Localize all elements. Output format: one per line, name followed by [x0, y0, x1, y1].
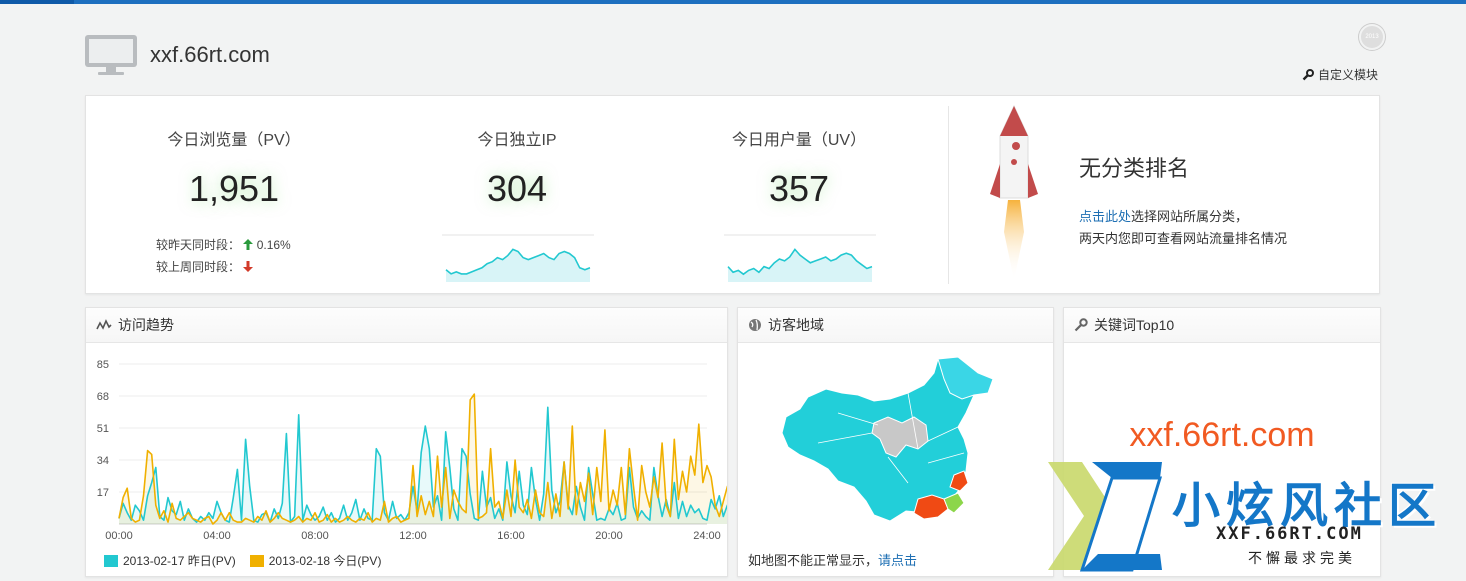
ip-sparkline-area [446, 249, 590, 282]
region-panel-header: 访客地域 [738, 308, 1053, 343]
stat-pv: 今日浏览量（PV） 1,951 [136, 126, 332, 210]
compare-yesterday-label: 较昨天同时段： [156, 238, 241, 252]
x-tick-label: 12:00 [399, 530, 427, 541]
x-tick-label: 24:00 [693, 530, 721, 541]
arrow-down-icon [243, 261, 254, 272]
rank-desc-1: 选择网站所属分类， [1131, 209, 1249, 224]
map-note: 如地图不能正常显示，请点击 [748, 550, 917, 569]
compare-lastweek: 较上周同时段： [156, 256, 291, 278]
trend-panel-title: 访问趋势 [118, 317, 174, 333]
compare-yesterday: 较昨天同时段： 0.16% [156, 234, 291, 256]
pv-compare: 较昨天同时段： 0.16% 较上周同时段： [156, 234, 291, 278]
site-title: xxf.66rt.com [150, 42, 270, 67]
x-tick-label: 20:00 [595, 530, 623, 541]
legend-item-yesterday[interactable]: 2013-02-17 昨日(PV) [104, 552, 236, 569]
rank-description: 点击此处选择网站所属分类， 两天内您即可查看网站流量排名情况 [1079, 206, 1287, 250]
compare-yesterday-value: 0.16% [256, 238, 291, 252]
top-accent-bar [0, 0, 1466, 4]
stat-uv-value: 357 [768, 168, 830, 209]
custom-module-link[interactable]: 自定义模块 [1302, 66, 1378, 83]
x-tick-label: 00:00 [105, 530, 133, 541]
keywords-panel-header: 关键词Top10 [1064, 308, 1380, 343]
ip-sparkline [442, 234, 594, 282]
y-tick-label: 68 [97, 391, 109, 403]
top-bar-tab-active[interactable] [0, 0, 74, 4]
region-panel: 访客地域 如地图不能正常显示，请点击 [737, 307, 1054, 577]
x-tick-label: 08:00 [301, 530, 329, 541]
legend-swatch-yesterday [104, 555, 118, 567]
stat-uv-label: 今日用户量（UV） [731, 132, 867, 149]
keywords-empty-text: xxf.66rt.com [1129, 416, 1315, 454]
year-badge: 2013 [1359, 24, 1385, 50]
stat-pv-value: 1,951 [188, 168, 280, 209]
trend-icon [96, 319, 112, 330]
summary-card: 今日浏览量（PV） 1,951 较昨天同时段： 0.16% 较上周同时段： 今日… [85, 95, 1380, 294]
rank-link[interactable]: 点击此处 [1079, 209, 1131, 224]
custom-module-label: 自定义模块 [1317, 68, 1378, 82]
compare-lastweek-label: 较上周同时段： [156, 260, 241, 274]
map-note-text: 如地图不能正常显示， [748, 553, 879, 568]
region-panel-title: 访客地域 [768, 317, 824, 333]
wrench-icon [1302, 68, 1314, 80]
china-map[interactable] [778, 353, 1008, 533]
keywords-panel-title: 关键词Top10 [1094, 317, 1175, 333]
y-tick-label: 85 [97, 359, 109, 371]
trend-legend: 2013-02-17 昨日(PV) 2013-02-18 今日(PV) [104, 552, 381, 569]
site-header: xxf.66rt.com [84, 33, 270, 77]
watermark-url: XXF.66RT.COM [1216, 524, 1363, 544]
monitor-icon [85, 35, 137, 75]
stat-ip: 今日独立IP 304 [419, 126, 615, 210]
arrow-up-icon [243, 239, 254, 250]
watermark-logo-icon [1048, 462, 1163, 572]
legend-swatch-today [249, 555, 264, 567]
watermark: 小炫风社区 XXF.66RT.COM 不懈最求完美 [1042, 458, 1466, 581]
legend-item-today[interactable]: 2013-02-18 今日(PV) [249, 552, 382, 569]
summary-divider [948, 106, 949, 284]
uv-sparkline [724, 234, 876, 282]
y-tick-label: 34 [97, 455, 109, 467]
x-tick-label: 16:00 [497, 530, 525, 541]
stat-ip-label: 今日独立IP [477, 132, 557, 149]
watermark-slogan: 不懈最求完美 [1248, 551, 1356, 567]
rank-title: 无分类排名 [1079, 156, 1190, 181]
map-note-link[interactable]: 请点击 [878, 553, 917, 568]
y-tick-label: 51 [97, 423, 109, 435]
key-icon [1074, 318, 1088, 332]
y-tick-label: 17 [97, 487, 109, 499]
legend-label-yesterday: 2013-02-17 昨日(PV) [123, 554, 236, 568]
stat-uv: 今日用户量（UV） 357 [701, 126, 897, 210]
stat-pv-label: 今日浏览量（PV） [167, 132, 301, 149]
rocket-icon [990, 104, 1038, 280]
map-region-guangdong [913, 494, 949, 520]
stat-ip-value: 304 [486, 168, 548, 209]
trend-panel: 访问趋势 85 68 51 34 17 00:00 04:00 08:00 12:00 16:00… [85, 307, 728, 577]
rank-desc-2: 两天内您即可查看网站流量排名情况 [1079, 231, 1288, 246]
legend-label-today: 2013-02-18 今日(PV) [268, 554, 382, 568]
x-tick-label: 04:00 [203, 530, 231, 541]
trend-panel-header: 访问趋势 [86, 308, 727, 343]
trend-chart[interactable]: 85 68 51 34 17 00:00 04:00 08:00 12:00 16:00 20:00… [86, 343, 727, 541]
globe-icon [749, 319, 761, 331]
